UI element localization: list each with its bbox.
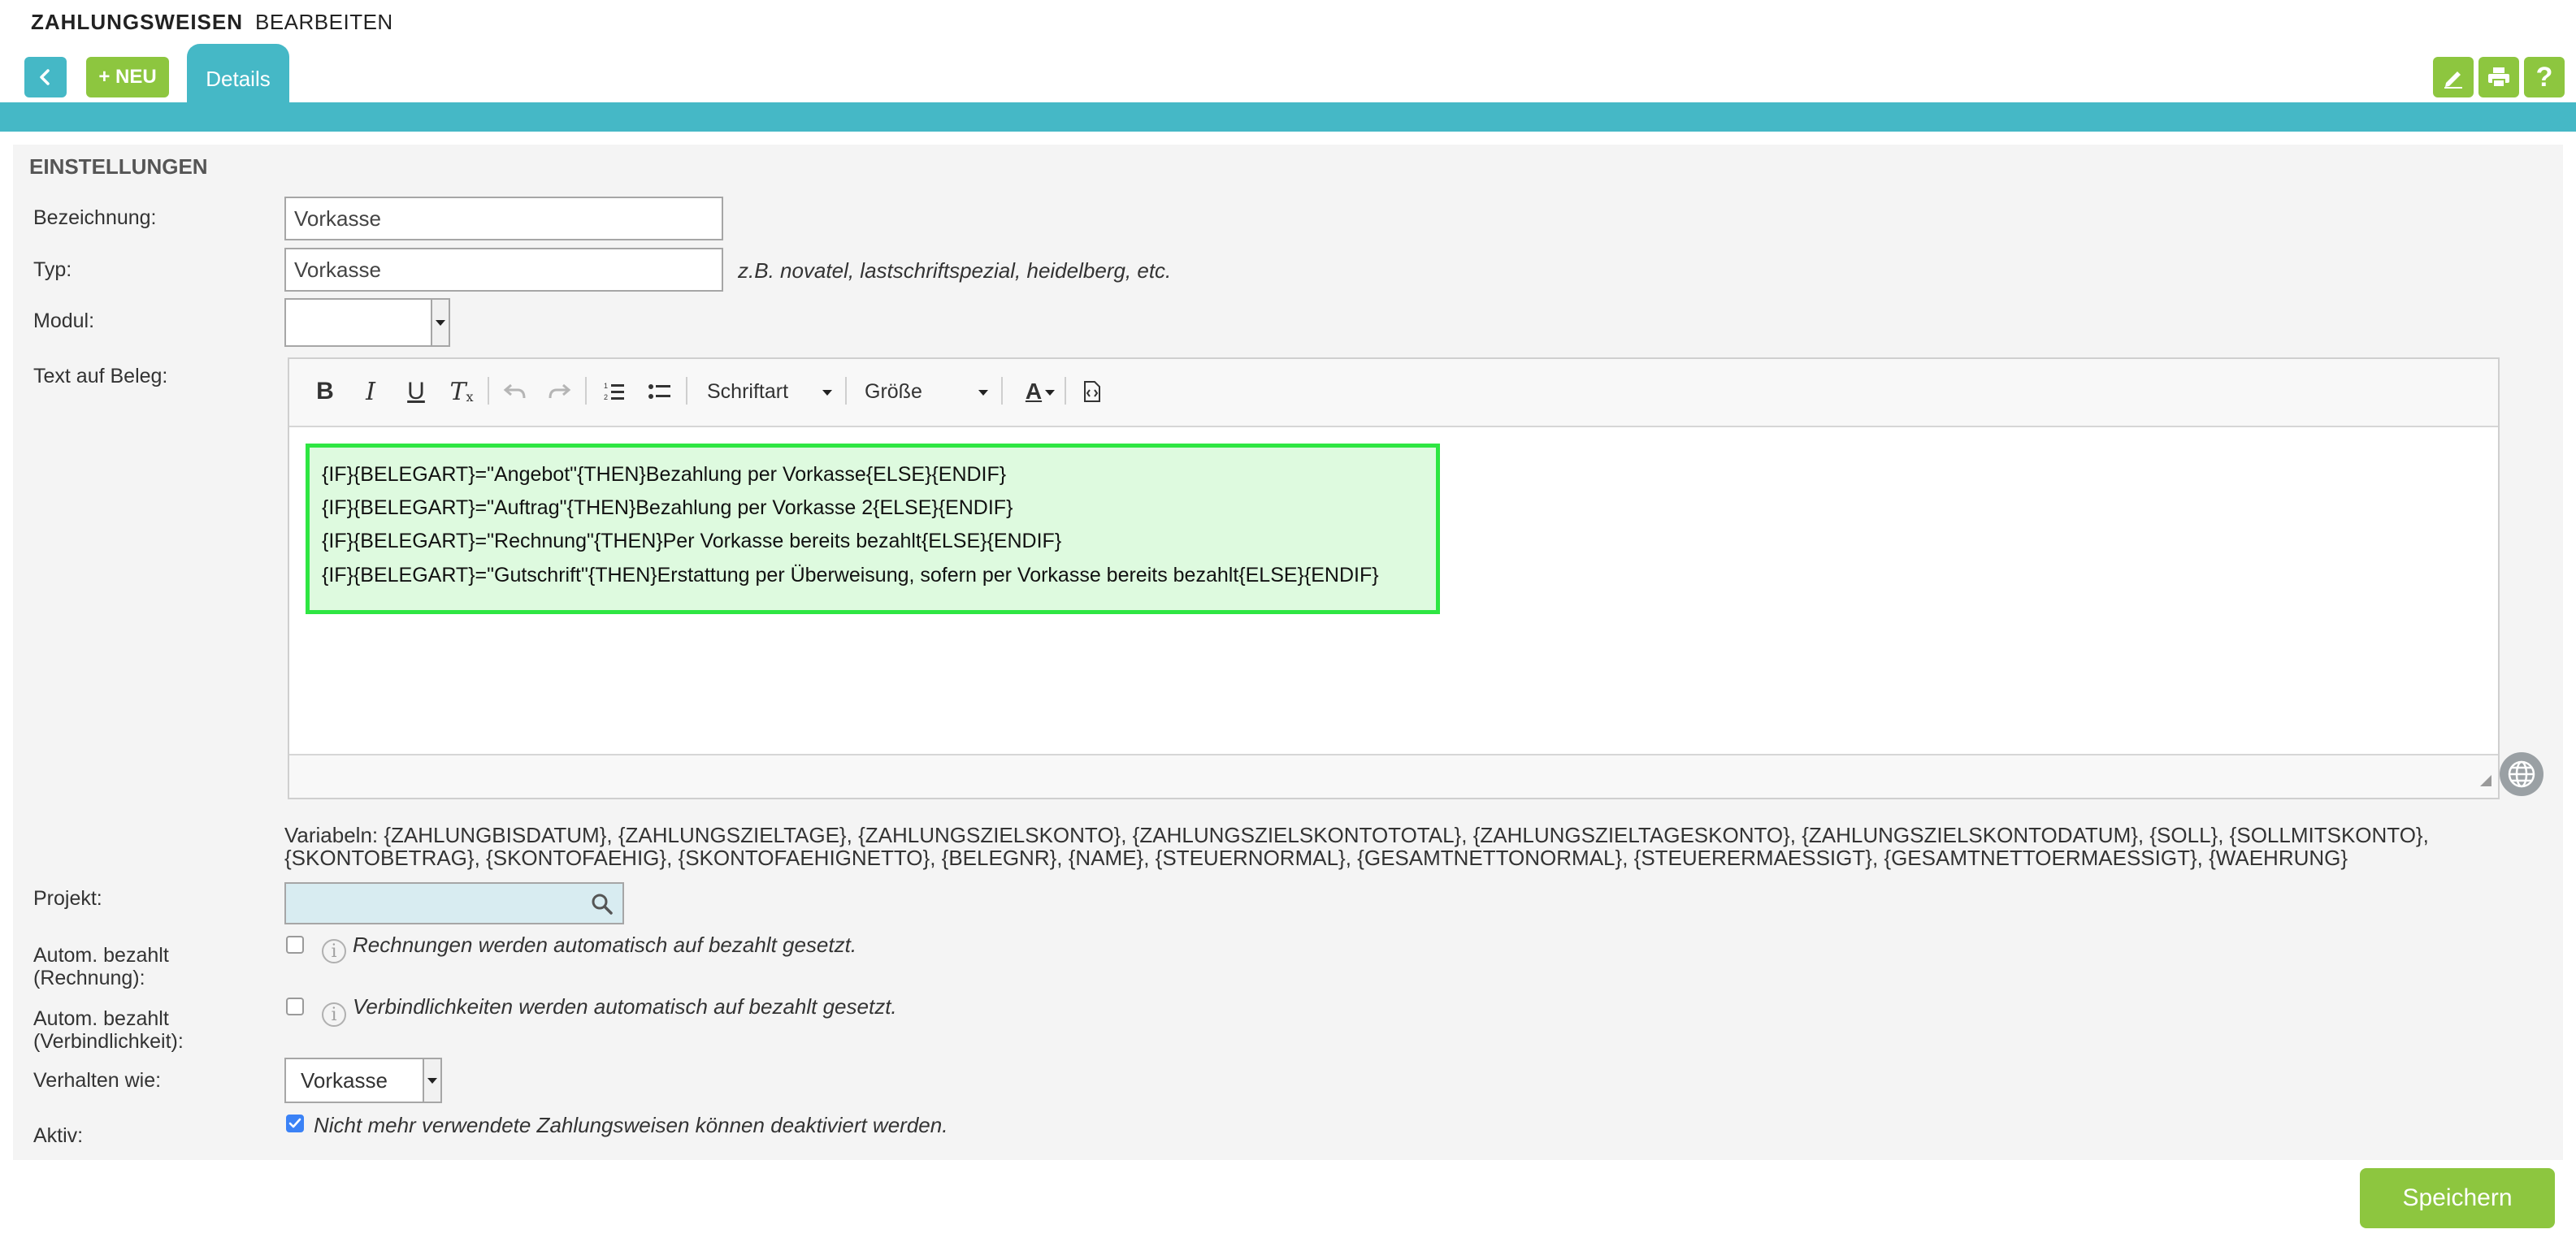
variables-line: {SKONTOBETRAG}, {SKONTOFAEHIG}, {SKONTOF… xyxy=(284,846,2348,870)
beleg-text-line: {IF}{BELEGART}="Auftrag"{THEN}Bezahlung … xyxy=(322,496,1013,519)
autom-verbindlichkeit-label: Autom. bezahlt (Verbindlichkeit): xyxy=(33,1007,184,1053)
verhalten-wie-label: Verhalten wie: xyxy=(33,1069,162,1092)
toolbar-divider xyxy=(1065,377,1066,405)
toolbar-divider xyxy=(1001,377,1003,405)
autom-verbindlichkeit-checkbox[interactable] xyxy=(286,998,304,1015)
underline-icon[interactable]: U xyxy=(400,375,432,408)
new-button[interactable]: + NEU xyxy=(86,57,169,97)
autom-rechnung-label-line: Autom. bezahlt xyxy=(33,944,169,967)
beleg-text-line: {IF}{BELEGART}="Rechnung"{THEN}Per Vorka… xyxy=(322,530,1062,552)
projekt-label: Projekt: xyxy=(33,887,102,910)
aktiv-checkbox[interactable] xyxy=(286,1115,304,1132)
info-icon: i xyxy=(322,1002,346,1027)
toolbar-divider xyxy=(845,377,847,405)
print-icon xyxy=(2488,67,2509,88)
save-button[interactable]: Speichern xyxy=(2360,1168,2555,1228)
toolbar-divider xyxy=(585,377,587,405)
remove-format-icon[interactable]: Tx xyxy=(445,375,478,408)
autom-verbindlichkeit-hint: Verbindlichkeiten werden automatisch auf… xyxy=(353,994,897,1019)
help-icon: ? xyxy=(2535,61,2553,93)
redo-icon[interactable] xyxy=(543,375,575,408)
chevron-down-icon xyxy=(423,1059,440,1102)
autom-verbindlichkeit-label-line: Autom. bezahlt xyxy=(33,1007,169,1030)
breadcrumb-title: ZAHLUNGSWEISEN xyxy=(31,10,243,34)
info-icon: i xyxy=(322,939,346,963)
edit-icon xyxy=(2444,71,2462,89)
text-auf-beleg-label: Text auf Beleg: xyxy=(33,365,168,387)
verhalten-wie-select[interactable]: Vorkasse xyxy=(284,1058,442,1103)
beleg-text-line: {IF}{BELEGART}="Gutschrift"{THEN}Erstatt… xyxy=(322,564,1379,587)
svg-text:2: 2 xyxy=(604,393,608,401)
autom-rechnung-label: Autom. bezahlt (Rechnung): xyxy=(33,944,169,989)
back-button[interactable] xyxy=(24,57,67,97)
editor-statusbar xyxy=(289,754,2498,798)
chevron-down-icon xyxy=(822,390,832,396)
chevron-down-icon xyxy=(1045,390,1055,396)
checkmark-icon xyxy=(288,1118,301,1128)
chevron-down-icon xyxy=(978,390,988,396)
ordered-list-icon[interactable]: 12 xyxy=(598,375,631,408)
help-button[interactable]: ? xyxy=(2524,57,2565,97)
svg-text:1: 1 xyxy=(604,382,608,390)
typ-value: Vorkasse xyxy=(294,257,381,282)
aktiv-hint: Nicht mehr verwendete Zahlungsweisen kön… xyxy=(314,1113,948,1137)
variables-hint: Variabeln: {ZAHLUNGBISDATUM}, {ZAHLUNGSZ… xyxy=(284,824,2543,869)
autom-rechnung-checkbox[interactable] xyxy=(286,936,304,954)
autom-verbindlichkeit-label-line: (Verbindlichkeit): xyxy=(33,1030,184,1053)
verhalten-wie-value: Vorkasse xyxy=(301,1067,388,1093)
bezeichnung-label: Bezeichnung: xyxy=(33,206,157,229)
globe-icon[interactable] xyxy=(2500,752,2543,796)
breadcrumb-action: BEARBEITEN xyxy=(255,10,393,34)
bezeichnung-input[interactable]: Vorkasse xyxy=(284,197,723,240)
modul-select[interactable] xyxy=(284,298,450,347)
section-title: EINSTELLUNGEN xyxy=(29,154,208,179)
edit-button[interactable] xyxy=(2433,57,2474,97)
typ-hint: z.B. novatel, lastschriftspezial, heidel… xyxy=(738,258,1172,283)
bezeichnung-value: Vorkasse xyxy=(294,206,381,231)
chevron-left-icon xyxy=(40,69,50,85)
toolbar-divider xyxy=(686,377,687,405)
aktiv-label: Aktiv: xyxy=(33,1124,84,1147)
undo-icon[interactable] xyxy=(499,375,531,408)
source-code-icon[interactable] xyxy=(1076,375,1108,408)
toolbar-divider xyxy=(488,377,489,405)
bold-icon[interactable]: B xyxy=(309,375,341,408)
typ-input[interactable]: Vorkasse xyxy=(284,248,723,292)
tab-details[interactable]: Details xyxy=(187,44,289,104)
projekt-input[interactable] xyxy=(284,882,624,924)
autom-rechnung-hint: Rechnungen werden automatisch auf bezahl… xyxy=(353,933,857,957)
beleg-text-line: {IF}{BELEGART}="Angebot"{THEN}Bezahlung … xyxy=(322,463,1007,486)
resize-handle-icon[interactable] xyxy=(2477,772,2493,792)
italic-icon[interactable]: I xyxy=(354,375,387,408)
font-size-dropdown[interactable]: Größe xyxy=(865,380,922,404)
tab-bar xyxy=(0,102,2576,132)
search-icon[interactable] xyxy=(590,892,614,920)
modul-label: Modul: xyxy=(33,310,95,332)
autom-rechnung-label-line: (Rechnung): xyxy=(33,967,145,989)
typ-label: Typ: xyxy=(33,258,72,281)
bullet-list-icon[interactable] xyxy=(644,375,676,408)
print-button[interactable] xyxy=(2478,57,2519,97)
variables-line: Variabeln: {ZAHLUNGBISDATUM}, {ZAHLUNGSZ… xyxy=(284,823,2429,847)
font-family-dropdown[interactable]: Schriftart xyxy=(707,380,788,404)
chevron-down-icon xyxy=(431,300,449,345)
